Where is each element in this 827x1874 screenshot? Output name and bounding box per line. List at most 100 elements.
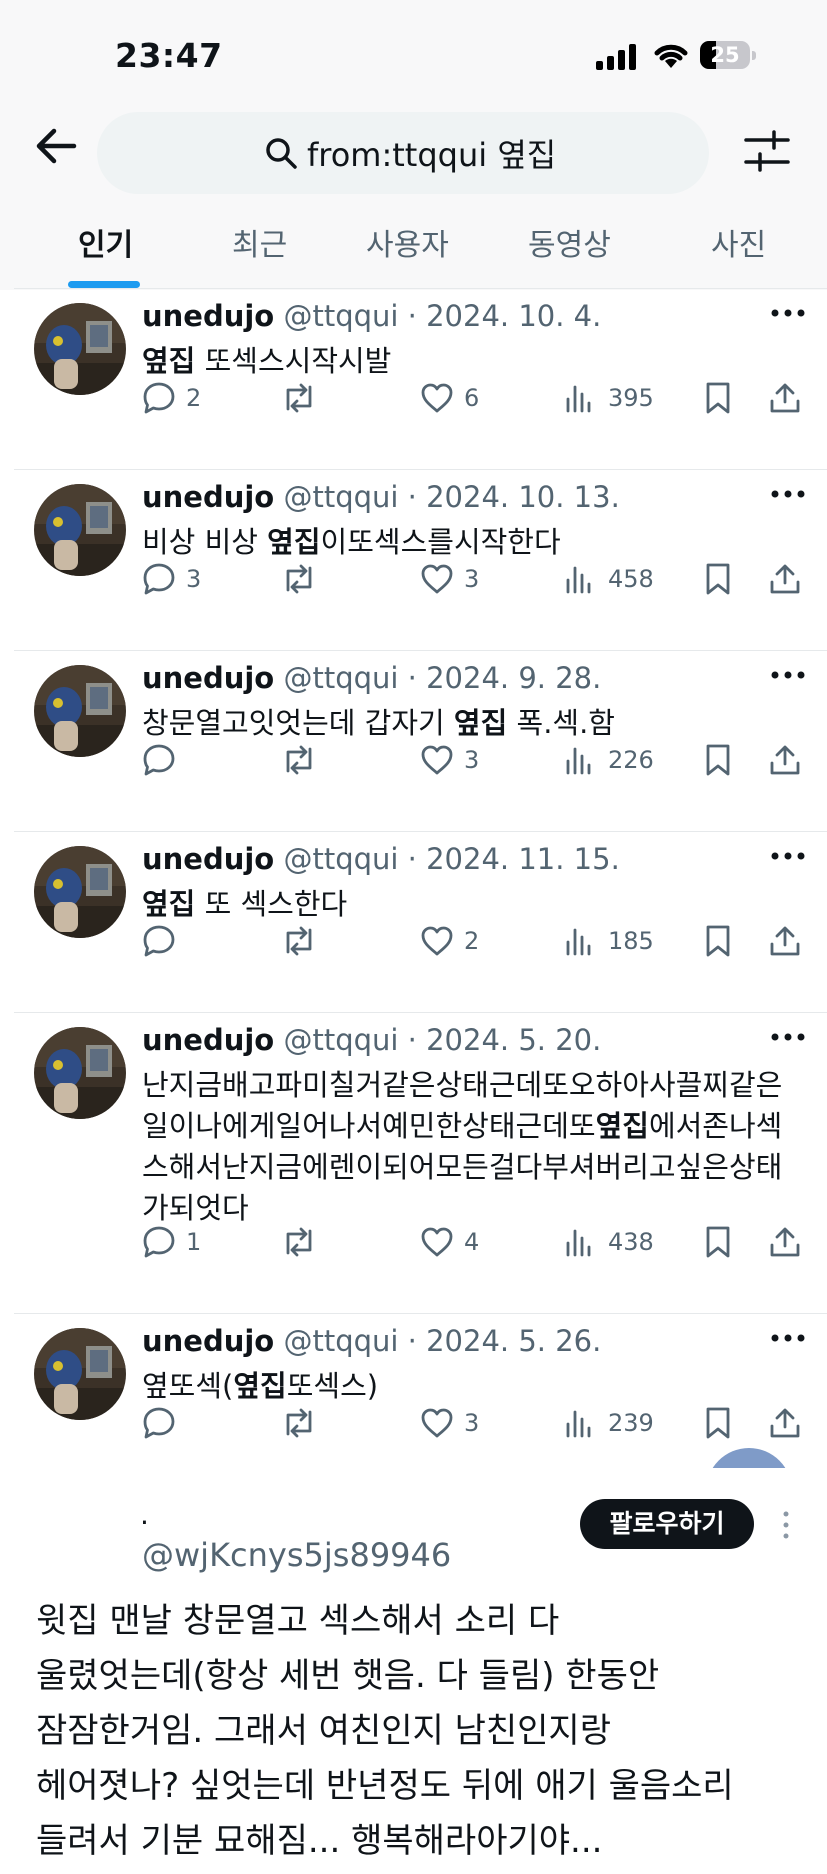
tweet-header: unedujo @ttqqui · 2024. 5. 26. [142, 1324, 601, 1358]
tab-latest[interactable]: 최근 [232, 220, 287, 264]
retweet-icon [286, 383, 312, 413]
reply-count: 2 [186, 384, 202, 412]
bookmark-icon [706, 744, 730, 776]
cellular-signal-icon [596, 44, 636, 70]
tweet-header: unedujo @ttqqui · 2024. 5. 20. [142, 1023, 601, 1057]
filter-settings-icon[interactable] [744, 130, 790, 172]
display-name[interactable]: unedujo [142, 1023, 274, 1057]
tweet-text-part: 옆또섹( [142, 1369, 234, 1403]
view-count: 226 [608, 746, 654, 774]
search-term-highlight: 옆집 [267, 525, 321, 559]
more-vertical-icon[interactable] [781, 1510, 791, 1540]
battery-icon: 25 [700, 41, 758, 71]
more-options-icon[interactable] [770, 1029, 806, 1043]
tweet[interactable]: unedujo @ttqqui · 2024. 11. 15. 옆집 또 섹스한다… [0, 832, 827, 1013]
tweet-text-part: 창문열고잇엇는데 갑자기 [142, 706, 454, 740]
handle-and-date: @ttqqui · 2024. 9. 28. [274, 661, 602, 695]
retweet-icon [286, 1227, 312, 1257]
view-count: 239 [608, 1409, 654, 1437]
embedded-post: · @wjKcnys5js89946 팔로우하기 윗집 맨날 창문열고 섹스해서… [0, 1468, 827, 1874]
tab-photos[interactable]: 사진 [711, 220, 766, 264]
display-name[interactable]: unedujo [142, 842, 274, 876]
search-query: from:ttqqui 옆집 [307, 136, 557, 174]
tweet[interactable]: unedujo @ttqqui · 2024. 10. 4. 옆집 또섹스시작시발… [0, 289, 827, 470]
active-tab-indicator [68, 281, 140, 288]
share-icon [770, 564, 800, 594]
tweet-actions: 3 226 [0, 738, 827, 782]
more-options-icon[interactable] [770, 1330, 806, 1344]
handle-and-date: @ttqqui · 2024. 11. 15. [274, 842, 620, 876]
search-term-highlight: 옆집 [453, 706, 508, 740]
view-count: 458 [608, 565, 654, 593]
share-icon [770, 1227, 800, 1257]
more-options-icon[interactable] [770, 667, 806, 681]
bookmark-icon [706, 382, 730, 414]
tweet-header: unedujo @ttqqui · 2024. 11. 15. [142, 842, 620, 876]
views-icon [566, 1229, 591, 1257]
tweet-actions: 3 3 458 [0, 557, 827, 601]
tab-top[interactable]: 인기 [78, 220, 133, 264]
handle-and-date: @ttqqui · 2024. 10. 13. [274, 480, 620, 514]
views-icon [566, 566, 591, 594]
tweet-actions: 2 6 395 [0, 376, 827, 420]
more-options-icon[interactable] [770, 305, 806, 319]
tweet-actions: 1 4 438 [0, 1220, 827, 1264]
display-name[interactable]: unedujo [142, 1324, 274, 1358]
display-name[interactable]: unedujo [142, 480, 274, 514]
share-icon [770, 745, 800, 775]
handle-and-date: @ttqqui · 2024. 10. 4. [274, 299, 602, 333]
status-bar: 23:47 25 [0, 0, 827, 110]
like-count: 3 [464, 565, 480, 593]
like-icon [421, 1227, 453, 1257]
avatar[interactable] [34, 1027, 126, 1119]
embedded-post-handle[interactable]: @wjKcnys5js89946 [142, 1536, 451, 1574]
tweet-text-part: 또 섹스한다 [195, 887, 348, 921]
follow-button[interactable]: 팔로우하기 [580, 1499, 754, 1549]
embedded-post-text: 윗집 맨날 창문열고 섹스해서 소리 다 울렸엇는데(항상 세번 햇음. 다 들… [36, 1601, 734, 1861]
display-name[interactable]: unedujo [142, 299, 274, 333]
tweet-text-part: 또섹스) [286, 1369, 379, 1403]
reply-count: 1 [186, 1228, 202, 1256]
share-icon [770, 926, 800, 956]
dot-separator: · [140, 1506, 149, 1539]
tweet-header: unedujo @ttqqui · 2024. 9. 28. [142, 661, 601, 695]
views-icon [566, 1410, 591, 1438]
back-arrow-icon[interactable] [34, 126, 78, 166]
retweet-icon [286, 1408, 312, 1438]
search-icon [266, 138, 297, 169]
retweet-icon [286, 745, 312, 775]
tweet-header: unedujo @ttqqui · 2024. 10. 13. [142, 480, 620, 514]
reply-icon [143, 1407, 175, 1439]
reply-icon [143, 382, 175, 414]
like-icon [421, 1408, 453, 1438]
like-icon [421, 564, 453, 594]
search-input[interactable]: from:ttqqui 옆집 [97, 112, 709, 194]
wifi-icon [654, 44, 688, 68]
tweet-actions: 3 239 [0, 1401, 827, 1445]
clock: 23:47 [115, 36, 223, 75]
tweet-text-part: 또섹스시작시발 [195, 344, 392, 378]
tweet-text: 난지금배고파미칠거같은상태근데또오하아사끌찌같은 일이나에게일어나서예민한상태근… [142, 1065, 802, 1229]
reply-icon [143, 925, 175, 957]
view-count: 438 [608, 1228, 654, 1256]
tab-people[interactable]: 사용자 [366, 220, 449, 264]
tweet[interactable]: unedujo @ttqqui · 2024. 9. 28. 창문열고잇엇는데 갑… [0, 651, 827, 832]
share-icon [770, 383, 800, 413]
retweet-icon [286, 564, 312, 594]
tab-videos[interactable]: 동영상 [528, 220, 611, 264]
tweet[interactable]: unedujo @ttqqui · 2024. 10. 13. 비상 비상 옆집이… [0, 470, 827, 651]
view-count: 185 [608, 927, 654, 955]
more-options-icon[interactable] [770, 486, 806, 500]
search-term-highlight: 옆집 [233, 1369, 287, 1403]
tweet-actions: 2 185 [0, 919, 827, 963]
like-count: 4 [464, 1228, 480, 1256]
more-options-icon[interactable] [770, 848, 806, 862]
like-icon [421, 383, 453, 413]
like-count: 6 [464, 384, 480, 412]
tweet-text-part: 비상 비상 [142, 525, 268, 559]
tweet[interactable]: unedujo @ttqqui · 2024. 5. 20. 난지금배고파미칠거같… [0, 1013, 827, 1314]
display-name[interactable]: unedujo [142, 661, 274, 695]
like-icon [421, 745, 453, 775]
views-icon [566, 385, 591, 413]
bookmark-icon [706, 1226, 730, 1258]
